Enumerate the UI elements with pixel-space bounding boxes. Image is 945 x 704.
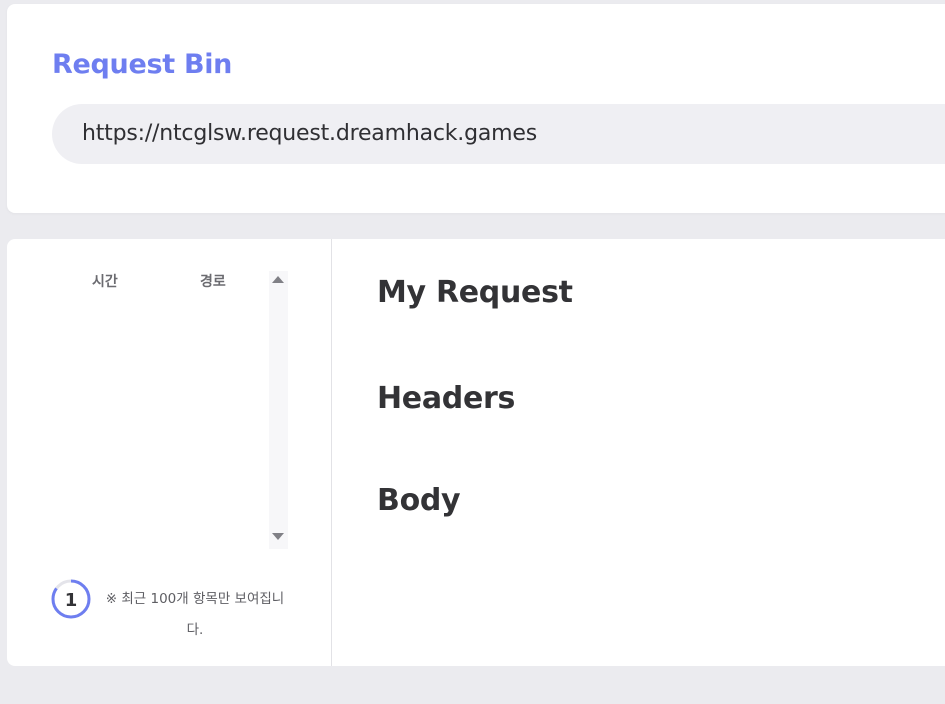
page-title: Request Bin [52,49,233,80]
bin-url-field[interactable]: https://ntcglsw.request.dreamhack.games [52,104,945,164]
section-title-headers: Headers [377,381,516,416]
section-title-my-request: My Request [377,275,573,310]
column-header-path: 경로 [200,274,226,290]
column-header-time: 시간 [92,274,118,290]
section-title-body: Body [377,483,461,518]
bin-url-text[interactable]: https://ntcglsw.request.dreamhack.games [82,121,537,146]
request-bin-header-card: Request Bin https://ntcglsw.request.drea… [7,4,945,213]
request-viewer-card: 시간 경로 1 ※ 최근 100개 항목만 보여집니다. My Request … [7,239,945,666]
request-list-scrollbar[interactable] [269,271,288,549]
scroll-down-icon[interactable] [272,533,284,540]
list-limit-notice: ※ 최근 100개 항목만 보여집니다. [105,591,285,638]
refresh-countdown-value: 1 [64,590,78,611]
request-list-panel: 시간 경로 1 ※ 최근 100개 항목만 보여집니다. [7,239,332,666]
scroll-up-icon[interactable] [272,276,284,283]
